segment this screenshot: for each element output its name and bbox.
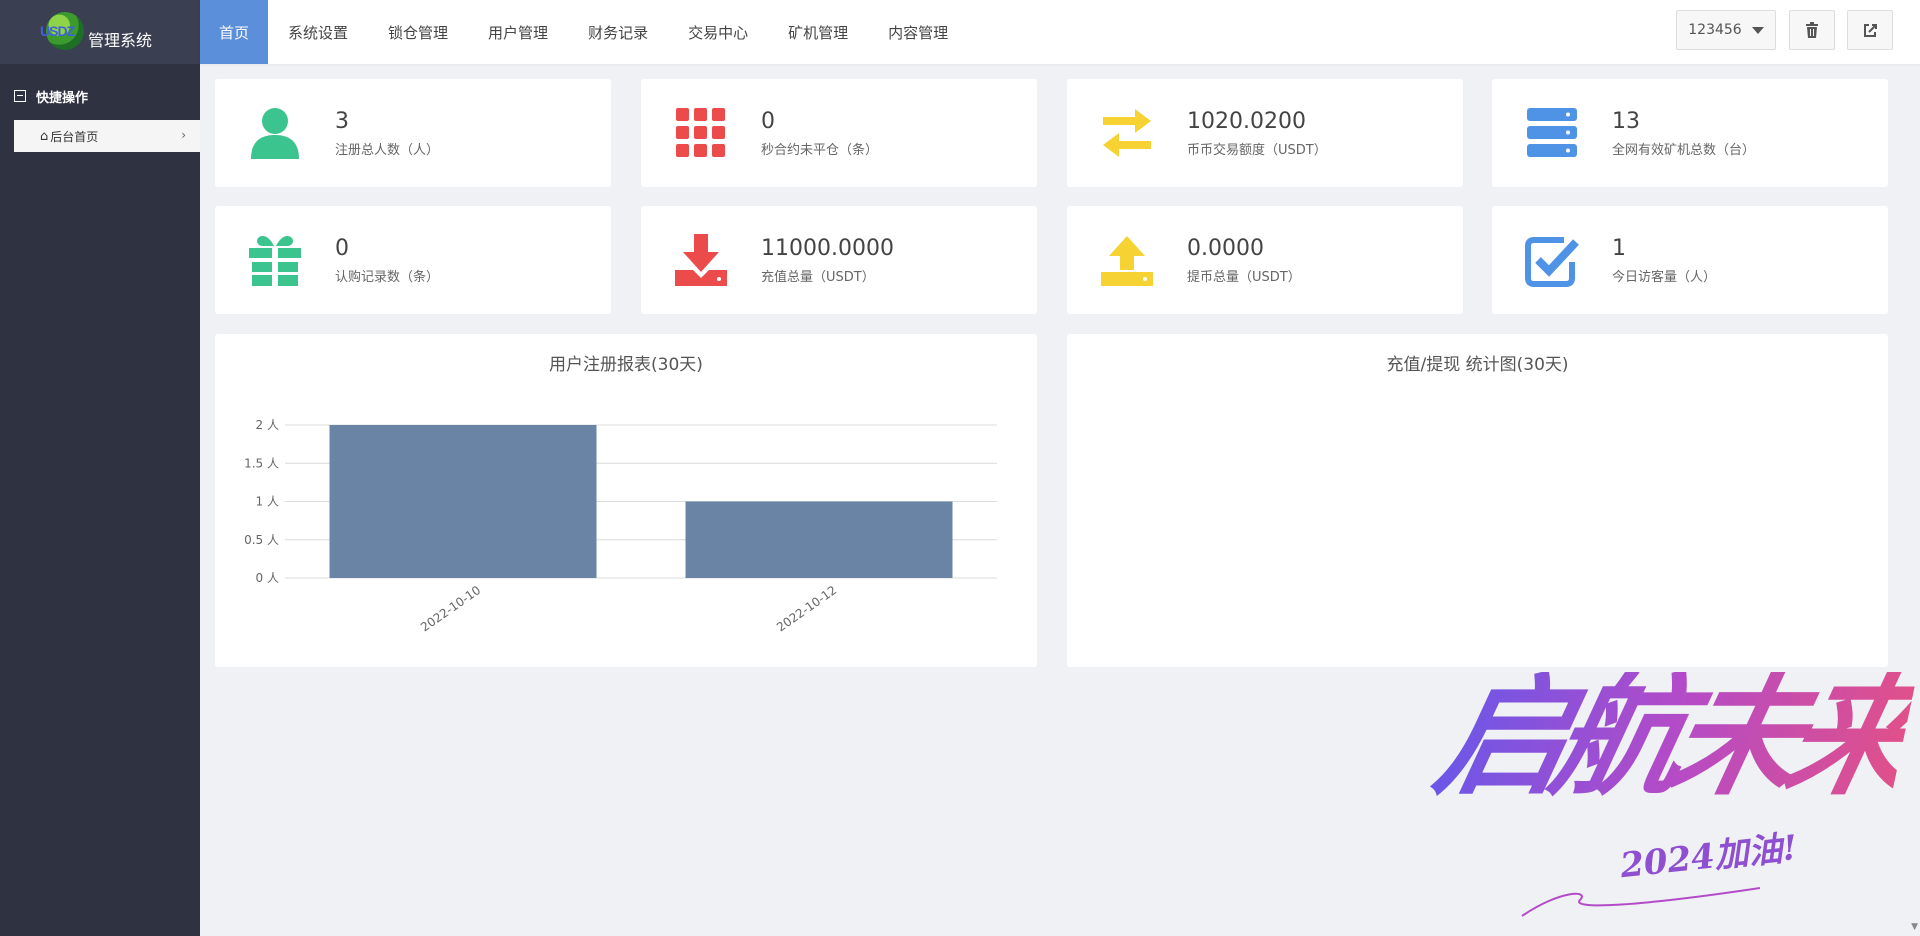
nav-miner-management[interactable]: 矿机管理 xyxy=(768,0,868,64)
gift-icon xyxy=(249,236,301,286)
scroll-down-arrow[interactable]: ▼ xyxy=(1911,922,1918,932)
stat-label: 充值总量（USDT） xyxy=(761,270,875,285)
x-tick-label: 2022-10-12 xyxy=(774,583,839,634)
stat-value: 0.0000 xyxy=(1187,236,1264,261)
watermark-text: 启航未来 xyxy=(1423,660,1920,813)
caret-down-icon xyxy=(1751,26,1764,34)
stat-value: 0 xyxy=(761,109,775,134)
nav-finance-records[interactable]: 财务记录 xyxy=(568,0,668,64)
stat-label: 全网有效矿机总数（台） xyxy=(1612,143,1756,158)
clear-cache-button[interactable] xyxy=(1789,10,1835,50)
sidebar-item-label: 后台首页 xyxy=(50,129,99,144)
top-navbar: 首页 系统设置 锁仓管理 用户管理 财务记录 交易中心 矿机管理 内容管理 12… xyxy=(200,0,1920,64)
stat-card-deposits: 11000.0000 充值总量（USDT） xyxy=(641,206,1037,314)
nav-user-management[interactable]: 用户管理 xyxy=(468,0,568,64)
logo[interactable]: USDZ 管理系统 xyxy=(0,0,200,64)
stat-card-subscriptions: 0 认购记录数（条） xyxy=(215,206,611,314)
stat-value: 11000.0000 xyxy=(761,236,894,261)
main-nav: 首页 系统设置 锁仓管理 用户管理 财务记录 交易中心 矿机管理 内容管理 xyxy=(200,0,1920,64)
logo-title: 管理系统 xyxy=(88,31,153,50)
x-tick-label: 2022-10-10 xyxy=(418,583,483,634)
deposit-chart-panel: 充值/提现 统计图(30天) xyxy=(1067,334,1888,667)
user-icon xyxy=(251,108,299,159)
stat-card-withdrawals: 0.0000 提币总量（USDT） xyxy=(1067,206,1463,314)
account-name: 123456 xyxy=(1688,22,1742,38)
stat-label: 注册总人数（人） xyxy=(335,143,440,158)
sidebar-item-home[interactable]: ⌂ 后台首页 › xyxy=(14,120,200,152)
y-tick-label: 0 人 xyxy=(256,571,279,585)
bar[interactable] xyxy=(329,425,597,578)
stat-card-exchange-volume: 1020.0200 币币交易额度（USDT） xyxy=(1067,79,1463,187)
bar[interactable] xyxy=(685,501,953,579)
exchange-icon xyxy=(1103,109,1151,157)
stat-card-miners: 13 全网有效矿机总数（台） xyxy=(1492,79,1888,187)
logo-brand: USDZ xyxy=(40,23,75,39)
watermark-swoosh xyxy=(1521,887,1761,917)
download-icon xyxy=(675,234,727,286)
stat-label: 今日访客量（人） xyxy=(1612,270,1717,285)
registration-chart-panel: 用户注册报表(30天) 0 人 0.5 人1 人 1.5 人2 人 2022-10-1… xyxy=(215,334,1037,667)
stat-value: 1020.0200 xyxy=(1187,109,1306,134)
y-tick-label: 0.5 人 xyxy=(244,533,279,547)
stat-card-visitors: 1 今日访客量（人） xyxy=(1492,206,1888,314)
stat-card-registered-users: 3 注册总人数（人） xyxy=(215,79,611,187)
nav-lock-management[interactable]: 锁仓管理 xyxy=(368,0,468,64)
grid-icon xyxy=(676,108,725,157)
nav-home[interactable]: 首页 xyxy=(200,0,269,64)
sidebar: USDZ 管理系统 快捷操作 ⌂ 后台首页 › xyxy=(0,0,200,936)
nav-content-management[interactable]: 内容管理 xyxy=(868,0,968,64)
registration-bar-chart: 0 人 0.5 人 1 人 1.5 人 2 人 2022-10-10 2022-10-12 xyxy=(244,418,997,634)
nav-system-settings[interactable]: 系统设置 xyxy=(268,0,368,64)
stat-label: 秒合约未平仓（条） xyxy=(761,143,879,158)
nav-trading-center[interactable]: 交易中心 xyxy=(668,0,768,64)
y-tick-label: 1.5 人 xyxy=(244,456,279,470)
logout-button[interactable] xyxy=(1847,10,1893,50)
stat-label: 提币总量（USDT） xyxy=(1187,270,1301,285)
stat-label: 币币交易额度（USDT） xyxy=(1187,143,1327,158)
y-tick-label: 2 人 xyxy=(256,418,279,432)
account-dropdown[interactable]: 123456 xyxy=(1676,10,1776,50)
logo-mark: USDZ xyxy=(40,10,88,54)
collapse-icon[interactable] xyxy=(14,90,26,102)
stat-value: 0 xyxy=(335,236,349,261)
stat-card-open-contracts: 0 秒合约未平仓（条） xyxy=(641,79,1037,187)
y-tick-label: 1 人 xyxy=(256,495,279,509)
sign-out-icon xyxy=(1863,23,1877,37)
quick-actions-label: 快捷操作 xyxy=(36,90,89,106)
stat-value: 1 xyxy=(1612,236,1626,261)
stat-value: 13 xyxy=(1612,109,1640,134)
check-square-icon xyxy=(1525,237,1579,287)
home-icon: ⌂ xyxy=(40,128,49,144)
upload-icon xyxy=(1101,236,1153,286)
stat-value: 3 xyxy=(335,109,349,134)
deposit-chart-title: 充值/提现 统计图(30天) xyxy=(1386,355,1569,375)
quick-actions-title[interactable]: 快捷操作 xyxy=(0,86,200,106)
server-icon xyxy=(1527,108,1577,157)
chevron-right-icon: › xyxy=(181,128,186,142)
stat-label: 认购记录数（条） xyxy=(335,270,440,285)
trash-icon xyxy=(1806,22,1818,38)
